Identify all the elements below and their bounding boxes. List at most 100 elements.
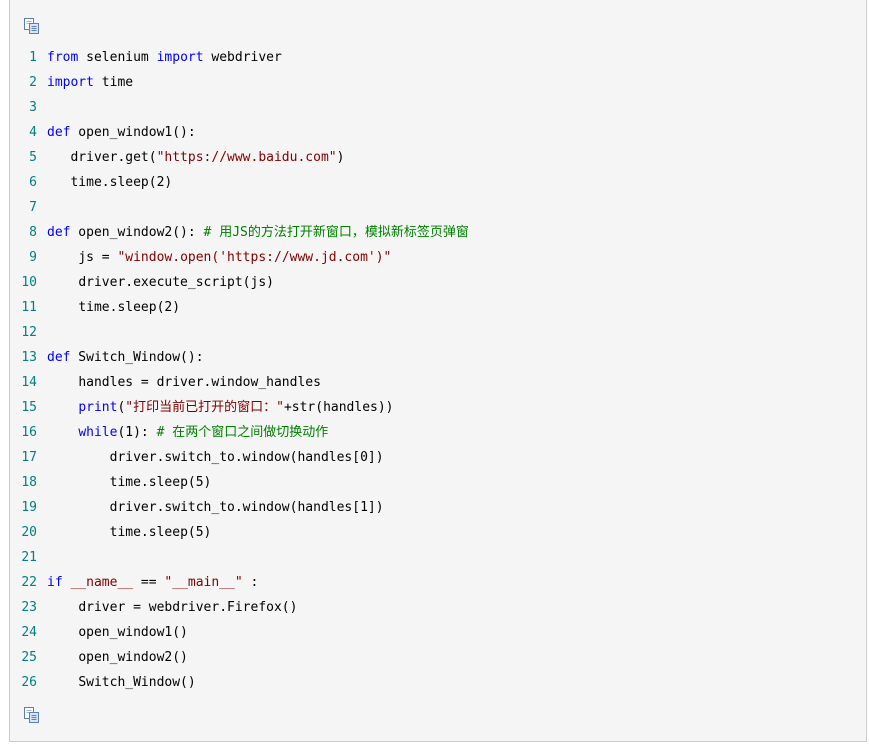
code-line: 5 driver.get("https://www.baidu.com")	[10, 145, 866, 170]
code-line: 11 time.sleep(2)	[10, 295, 866, 320]
code-line: 15 print("打印当前已打开的窗口："+str(handles))	[10, 395, 866, 420]
text-token: open_window2():	[70, 225, 204, 240]
code-text: time.sleep(5)	[47, 520, 212, 545]
code-text: driver.switch_to.window(handles[1])	[47, 495, 384, 520]
text-token: time.sleep(2)	[78, 300, 181, 315]
code-line: 6 time.sleep(2)	[10, 170, 866, 195]
code-line: 7	[10, 195, 866, 220]
text-token: js =	[78, 250, 118, 265]
line-number: 22	[21, 575, 37, 590]
keyword-token: import	[156, 50, 204, 65]
line-number: 17	[21, 450, 37, 465]
code-line: 8 def open_window2(): # 用JS的方法打开新窗口，模拟新标签…	[10, 220, 866, 245]
code-line: 18 time.sleep(5)	[10, 470, 866, 495]
string-token: "打印当前已打开的窗口："	[125, 400, 284, 415]
line-number: 12	[21, 325, 37, 340]
code-line: 21	[10, 545, 866, 570]
code-text: def Switch_Window():	[47, 345, 204, 370]
keyword-token: if	[47, 575, 63, 590]
text-token: ==	[133, 575, 165, 590]
code-line: 10 driver.execute_script(js)	[10, 270, 866, 295]
line-number: 16	[21, 425, 37, 440]
text-token: +str(handles))	[283, 400, 394, 415]
keyword-token: from	[47, 50, 79, 65]
text-token: driver.switch_to.window(handles[1])	[109, 500, 384, 515]
keyword-token: print	[78, 400, 118, 415]
code-line: 20 time.sleep(5)	[10, 520, 866, 545]
code-text: driver = webdriver.Firefox()	[47, 595, 297, 620]
code-text: handles = driver.window_handles	[47, 370, 321, 395]
text-token: Switch_Window():	[70, 350, 204, 365]
text-token: open_window1()	[78, 625, 188, 640]
code-line: 4 def open_window1():	[10, 120, 866, 145]
line-number: 19	[21, 500, 37, 515]
line-number: 4	[29, 125, 37, 140]
text-token: driver.execute_script(js)	[78, 275, 274, 290]
code-text: time.sleep(2)	[47, 295, 180, 320]
line-number: 1	[29, 50, 37, 65]
code-line: 24 open_window1()	[10, 620, 866, 645]
code-text: time.sleep(5)	[47, 470, 212, 495]
text-token: selenium	[78, 50, 157, 65]
string-token: __name__	[70, 575, 134, 590]
code-text: driver.switch_to.window(handles[0])	[47, 445, 384, 470]
code-text: def open_window2(): # 用JS的方法打开新窗口，模拟新标签页…	[47, 220, 469, 245]
code-line: 13 def Switch_Window():	[10, 345, 866, 370]
keyword-token: import	[47, 75, 94, 90]
code-text: print("打印当前已打开的窗口："+str(handles))	[47, 395, 394, 420]
line-number: 6	[29, 175, 37, 190]
copy-icon[interactable]	[23, 706, 41, 724]
code-line: 19 driver.switch_to.window(handles[1])	[10, 495, 866, 520]
line-number: 14	[21, 375, 37, 390]
code-line: 25 open_window2()	[10, 645, 866, 670]
keyword-token: def	[47, 125, 71, 140]
code-block: 1 from selenium import webdriver 2 import t…	[9, 0, 867, 742]
code-text: if __name__ == "__main__" :	[47, 570, 258, 595]
comment-token: # 在两个窗口之间做切换动作	[156, 425, 329, 440]
line-number: 18	[21, 475, 37, 490]
comment-token: # 用JS的方法打开新窗口，模拟新标签页弹窗	[203, 225, 469, 240]
copy-code-button[interactable]	[23, 17, 41, 35]
keyword-token: def	[47, 225, 71, 240]
code-text: driver.get("https://www.baidu.com")	[47, 145, 344, 170]
code-line: 1 from selenium import webdriver	[10, 45, 866, 70]
text-token: time.sleep(5)	[109, 475, 212, 490]
line-number: 13	[21, 350, 37, 365]
text-token: handles = driver.window_handles	[78, 375, 321, 390]
string-token: "window.open('https://www.jd.com')"	[117, 250, 392, 265]
text-token: time	[93, 75, 134, 90]
line-number: 24	[21, 625, 37, 640]
string-token: "__main__"	[164, 575, 243, 590]
text-token: open_window2()	[78, 650, 188, 665]
code-line: 9 js = "window.open('https://www.jd.com'…	[10, 245, 866, 270]
code-text: Switch_Window()	[47, 670, 195, 695]
text-token: )	[336, 150, 345, 165]
string-token: "https://www.baidu.com"	[156, 150, 337, 165]
line-number: 7	[29, 200, 37, 215]
code-text: time.sleep(2)	[47, 170, 172, 195]
line-number: 8	[29, 225, 37, 240]
code-lines: 1 from selenium import webdriver 2 import t…	[10, 45, 866, 695]
copy-icon[interactable]	[23, 17, 41, 35]
text-token: time.sleep(2)	[70, 175, 173, 190]
line-number: 15	[21, 400, 37, 415]
copy-code-button-bottom[interactable]	[23, 706, 41, 724]
code-text: open_window2()	[47, 645, 188, 670]
code-text: open_window1()	[47, 620, 188, 645]
code-line: 3	[10, 95, 866, 120]
keyword-token: def	[47, 350, 71, 365]
code-line: 2 import time	[10, 70, 866, 95]
code-line: 16 while(1): # 在两个窗口之间做切换动作	[10, 420, 866, 445]
